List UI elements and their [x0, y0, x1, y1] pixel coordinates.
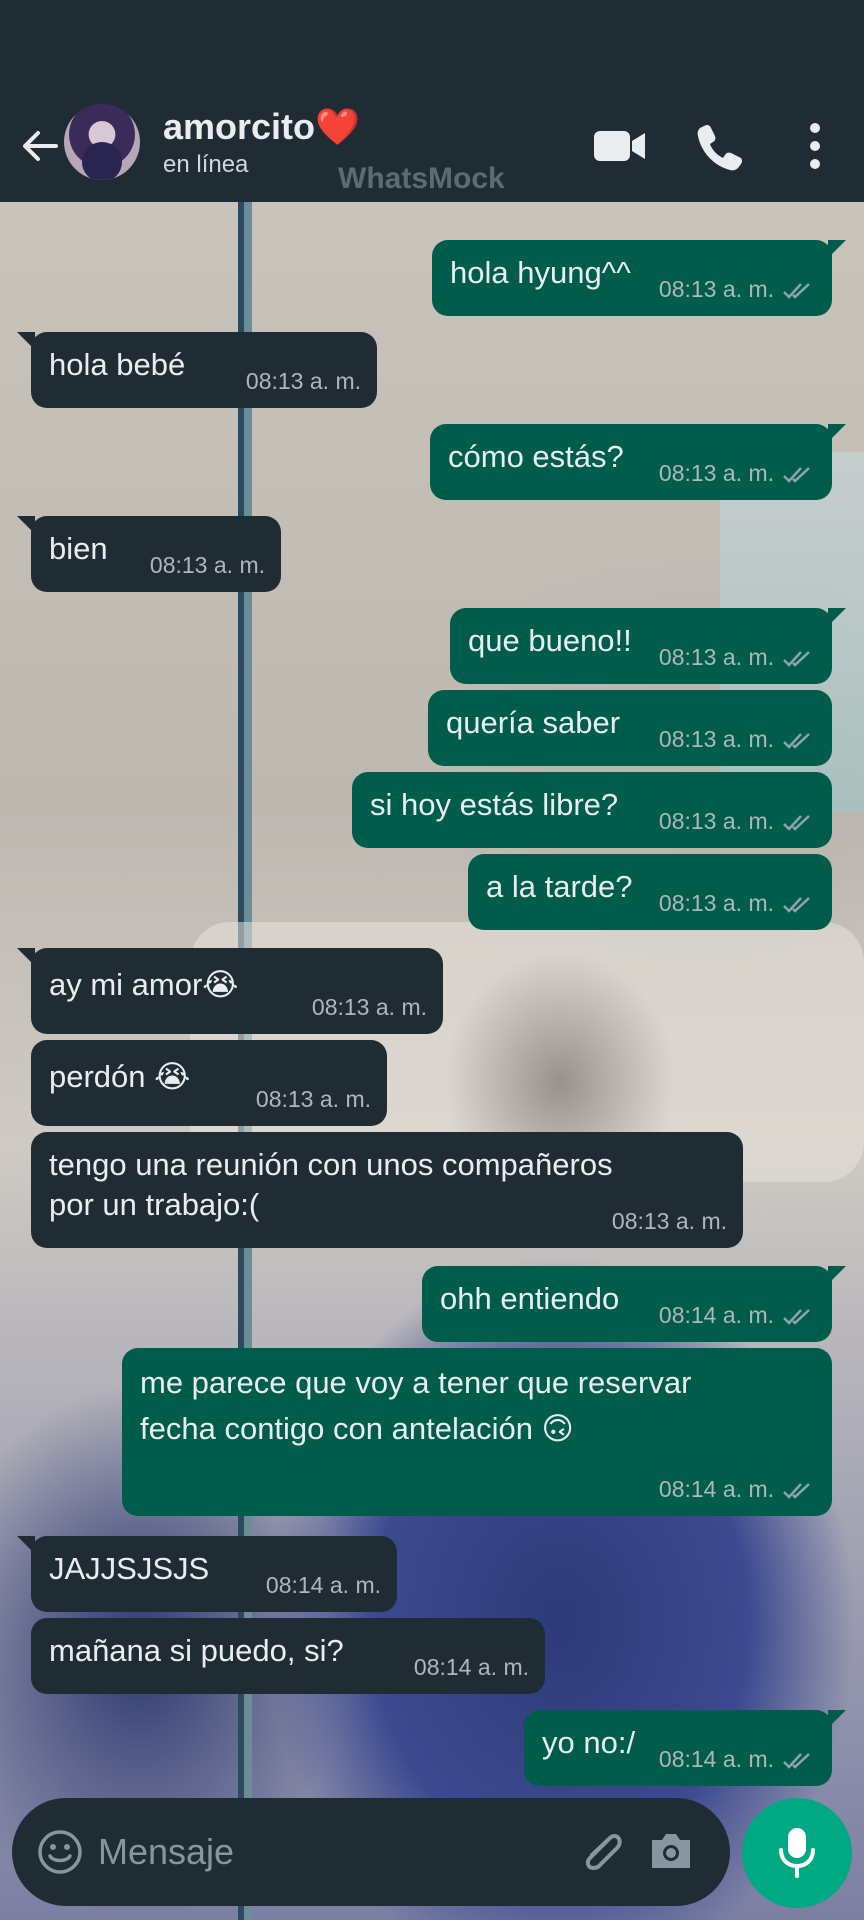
more-options-icon[interactable] — [800, 118, 830, 174]
message-time: 08:14 a. m. — [658, 1476, 774, 1502]
message-time: 08:13 a. m. — [245, 368, 361, 394]
status-bar — [0, 0, 864, 96]
message-bubble-incoming[interactable]: hola bebé 08:13 a. m. — [17, 332, 377, 408]
message-text: yo no:/ — [542, 1725, 636, 1760]
message-bubble-outgoing[interactable]: quería saber 08:13 a. m. — [428, 690, 832, 766]
camera-icon[interactable] — [646, 1828, 696, 1874]
message-text: si hoy estás libre? — [370, 787, 619, 822]
message-input[interactable]: Mensaje — [98, 1831, 234, 1873]
message-text-line: tengo una reunión con unos compañeros — [49, 1147, 613, 1182]
message-text: JAJJSJSJS — [49, 1551, 210, 1586]
contact-name[interactable]: amorcito❤️ — [163, 106, 360, 148]
message-text: mañana si puedo, si? — [49, 1633, 344, 1668]
message-bubble-outgoing[interactable]: yo no:/ 08:14 a. m. — [524, 1710, 846, 1786]
message-bubble-incoming[interactable]: mañana si puedo, si? 08:14 a. m. — [31, 1618, 545, 1694]
double-check-icon — [783, 283, 810, 299]
message-text: perdón 😭 — [49, 1059, 191, 1094]
message-time: 08:14 a. m. — [658, 1746, 774, 1772]
double-check-icon — [783, 1309, 810, 1325]
message-time: 08:13 a. m. — [611, 1208, 727, 1234]
message-text-line: fecha contigo con antelación 🙃 — [140, 1411, 574, 1446]
message-text: ohh entiendo — [440, 1281, 620, 1316]
back-arrow-icon[interactable] — [18, 124, 62, 168]
double-check-icon — [783, 1753, 810, 1769]
message-bubble-incoming[interactable]: perdón 😭 08:13 a. m. — [31, 1040, 387, 1126]
message-text: ay mi amor😭 — [49, 967, 239, 1002]
message-time: 08:13 a. m. — [658, 276, 774, 302]
double-check-icon — [783, 815, 810, 831]
message-bubble-outgoing[interactable]: ohh entiendo 08:14 a. m. — [422, 1266, 846, 1342]
double-check-icon — [783, 467, 810, 483]
message-time: 08:13 a. m. — [255, 1086, 371, 1112]
message-time: 08:13 a. m. — [311, 994, 427, 1020]
message-time: 08:13 a. m. — [658, 460, 774, 486]
message-text: hola hyung^^ — [450, 255, 631, 290]
message-bubble-outgoing[interactable]: a la tarde? 08:13 a. m. — [468, 854, 832, 930]
message-time: 08:13 a. m. — [658, 726, 774, 752]
message-text: que bueno!! — [468, 623, 632, 658]
message-time: 08:13 a. m. — [658, 644, 774, 670]
message-bubble-incoming[interactable]: JAJJSJSJS 08:14 a. m. — [17, 1536, 397, 1612]
message-time: 08:13 a. m. — [658, 890, 774, 916]
message-bubble-outgoing[interactable]: si hoy estás libre? 08:13 a. m. — [352, 772, 832, 848]
double-check-icon — [783, 733, 810, 749]
message-text-line: me parece que voy a tener que reservar — [140, 1365, 692, 1400]
chat-area[interactable]: hola hyung^^ 08:13 a. m. hola bebé 08:13… — [0, 202, 864, 1920]
message-time: 08:13 a. m. — [149, 552, 265, 578]
message-text: bien — [49, 531, 108, 566]
message-time: 08:14 a. m. — [265, 1572, 381, 1598]
chat-header: amorcito❤️ en línea WhatsMock — [0, 96, 864, 202]
message-time: 08:14 a. m. — [413, 1654, 529, 1680]
double-check-icon — [783, 651, 810, 667]
message-bubble-outgoing[interactable]: cómo estás? 08:13 a. m. — [430, 424, 846, 500]
watermark: WhatsMock — [338, 162, 505, 195]
contact-status: en línea — [163, 151, 249, 178]
message-text: quería saber — [446, 705, 621, 740]
message-text-line: por un trabajo:( — [49, 1187, 260, 1222]
message-bubble-outgoing[interactable]: hola hyung^^ 08:13 a. m. — [432, 240, 846, 316]
message-text: a la tarde? — [486, 869, 633, 904]
double-check-icon — [783, 897, 810, 913]
message-text: cómo estás? — [448, 439, 624, 474]
avatar[interactable] — [64, 104, 140, 180]
double-check-icon — [783, 1483, 810, 1499]
video-call-icon[interactable] — [592, 118, 648, 174]
message-bubble-incoming[interactable]: ay mi amor😭 08:13 a. m. — [17, 948, 443, 1034]
emoji-icon[interactable] — [36, 1828, 84, 1876]
phone-icon[interactable] — [692, 118, 742, 174]
message-text: hola bebé — [49, 347, 186, 382]
mic-button[interactable] — [742, 1798, 852, 1908]
message-bubble-incoming[interactable]: bien 08:13 a. m. — [17, 516, 281, 592]
attach-icon[interactable] — [572, 1824, 628, 1880]
message-bubble-outgoing[interactable]: que bueno!! 08:13 a. m. — [450, 608, 846, 684]
message-bubble-incoming[interactable]: tengo una reunión con unos compañeros po… — [31, 1132, 743, 1248]
message-time: 08:14 a. m. — [658, 1302, 774, 1328]
mic-icon — [779, 1828, 815, 1878]
message-input-bar[interactable]: Mensaje — [12, 1798, 730, 1906]
message-bubble-outgoing[interactable]: me parece que voy a tener que reservar f… — [122, 1348, 832, 1516]
message-time: 08:13 a. m. — [658, 808, 774, 834]
